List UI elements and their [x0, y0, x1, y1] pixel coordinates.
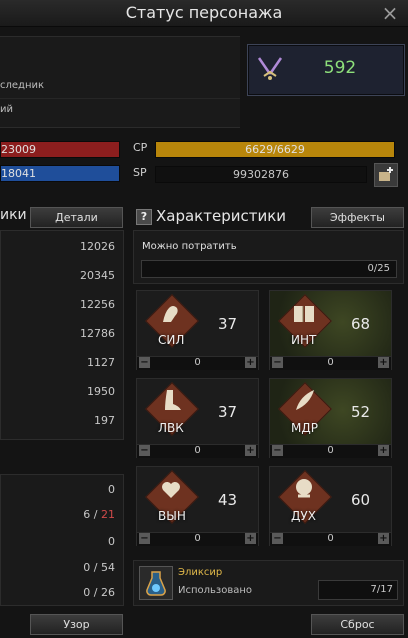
divider — [0, 98, 240, 99]
foot-icon — [165, 390, 181, 410]
stat-abbr: ИНТ — [291, 333, 317, 347]
plus-icon[interactable]: + — [378, 533, 389, 544]
plus-icon[interactable]: + — [378, 357, 389, 368]
plus-icon[interactable]: + — [378, 445, 389, 456]
hp-value: 23009 — [1, 143, 36, 156]
stat-abbr: ДУХ — [291, 509, 316, 523]
left-stat-value-7: 197 — [94, 414, 115, 427]
pattern-button[interactable]: Узор — [30, 614, 123, 635]
stat-abbr: ЛВК — [158, 421, 184, 435]
left-stat-value-3: 12256 — [80, 298, 115, 311]
stat-value: 37 — [218, 315, 238, 333]
sp-value: 99302876 — [233, 168, 289, 181]
spendable-label: Можно потратить — [142, 241, 237, 252]
stat-alloc-value: 0 — [194, 357, 201, 368]
left-stat-value-2: 20345 — [80, 269, 115, 282]
head-icon — [296, 479, 312, 498]
sp-scroll-button[interactable] — [374, 163, 398, 187]
stat-value: 68 — [351, 315, 371, 333]
left-stat-value-6: 1950 — [87, 385, 115, 398]
mp-bar: 18041 — [0, 165, 120, 182]
stat-value: 52 — [351, 403, 371, 421]
stat-alloc-value: 0 — [194, 533, 201, 544]
sp-label: SP — [133, 166, 147, 179]
elixir-slot[interactable] — [139, 566, 173, 600]
plus-icon[interactable]: + — [245, 533, 256, 544]
details-button[interactable]: Детали — [30, 207, 123, 228]
mp-value: 18041 — [1, 167, 36, 180]
stat-value: 60 — [351, 491, 371, 509]
left-panel-title: ики — [0, 207, 27, 223]
character-line-2: ий — [0, 104, 13, 115]
left-stat-value-1: 12026 — [80, 240, 115, 253]
left-bottom-value-3: 0 — [108, 535, 115, 548]
stat-alloc-value: 0 — [194, 445, 201, 456]
spendable-value: 0/25 — [367, 263, 390, 274]
scroll-plus-icon — [379, 167, 393, 181]
stat-value: 43 — [218, 491, 238, 509]
combat-power-value: 592 — [323, 58, 357, 78]
plus-icon[interactable]: + — [245, 357, 256, 368]
effects-button[interactable]: Эффекты — [311, 207, 404, 228]
elixir-title: Эликсир — [178, 567, 223, 578]
left-bottom-value-2a: 6 / — [83, 508, 101, 521]
left-stat-value-4: 12786 — [80, 327, 115, 340]
left-bottom-value-1: 0 — [108, 483, 115, 496]
stat-abbr: СИЛ — [158, 333, 185, 347]
elixir-icon — [146, 571, 166, 596]
swords-icon — [257, 57, 283, 80]
spendable-field: 0/25 — [141, 260, 397, 278]
stat-alloc-value: 0 — [327, 533, 334, 544]
hp-bar: 23009 — [0, 141, 120, 158]
stat-abbr: ВЫН — [158, 509, 186, 523]
left-bottom-value-2: 6 / 21 — [0, 508, 115, 521]
sp-bar: 99302876 — [155, 166, 367, 183]
elixir-used-label: Использовано — [178, 585, 253, 596]
left-stat-value-5: 1127 — [87, 356, 115, 369]
heart-icon — [162, 482, 180, 498]
stat-alloc-value: 0 — [327, 445, 334, 456]
elixir-used-field: 7/17 — [318, 580, 398, 600]
reset-button[interactable]: Сброс — [311, 614, 404, 635]
feather-icon — [296, 390, 314, 410]
plus-icon[interactable]: + — [245, 445, 256, 456]
stats-title: Характеристики — [156, 207, 287, 225]
cp-label: CP — [133, 141, 148, 154]
stat-abbr: МДР — [291, 421, 318, 435]
close-icon[interactable]: × — [378, 2, 402, 24]
left-bottom-value-2b: 21 — [101, 508, 115, 521]
character-line-1: следник — [0, 80, 45, 91]
stat-value: 37 — [218, 403, 238, 421]
arm-icon — [163, 306, 178, 322]
cp-value: 6629/6629 — [245, 143, 305, 156]
cp-bar: 6629/6629 — [155, 141, 395, 158]
stat-alloc-value: 0 — [327, 357, 334, 368]
help-icon[interactable]: ? — [136, 209, 152, 225]
elixir-used-value: 7/17 — [370, 584, 393, 595]
window-title: Статус персонажа — [125, 3, 283, 22]
left-bottom-value-4: 0 / 54 — [83, 561, 115, 574]
left-bottom-value-5: 0 / 26 — [83, 586, 115, 599]
book-icon — [294, 306, 314, 322]
